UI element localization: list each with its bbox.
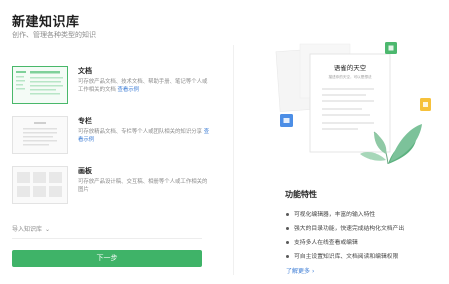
import-knowledge-base-toggle[interactable]: 导入知识库 ⌄ <box>12 224 50 233</box>
board-thumbnail <box>12 166 68 204</box>
column-thumbnail <box>12 116 68 154</box>
chevron-down-icon: ⌄ <box>45 226 51 233</box>
bullet-icon <box>286 255 289 258</box>
page-subtitle: 创作、管理各种类型的知识 <box>12 31 96 39</box>
next-button[interactable]: 下一步 <box>12 250 202 267</box>
board-thumbnail-icon <box>17 172 62 197</box>
option-board-title: 画板 <box>78 167 92 175</box>
panel-divider <box>233 45 234 275</box>
option-doc-desc: 可存放产品文档、技术文档、帮助手册、笔记等个人或工作相关的文档 <box>78 79 208 93</box>
feature-text: 可视化编辑器，丰富的输入特性 <box>294 212 376 218</box>
feature-text: 强大的目录功能，快速完成结构化文档产出 <box>294 226 405 232</box>
feature-item: 可自主设置知识库、文档阅读和编辑权限 <box>286 250 404 264</box>
option-doc-title: 文档 <box>78 67 92 75</box>
feature-text: 支持多人在线查看或编辑 <box>294 240 358 246</box>
feature-item: 可视化编辑器，丰富的输入特性 <box>286 208 404 222</box>
option-column[interactable]: 专栏 可存放精品文档、专栏等个人或团队相关的知识分享 查看示例 <box>12 116 209 158</box>
feature-item: 强大的目录功能，快速完成结构化文档产出 <box>286 222 404 236</box>
bullet-icon <box>286 241 289 244</box>
feature-item: 支持多人在线查看或编辑 <box>286 236 404 250</box>
column-thumbnail-icon <box>23 122 57 146</box>
feature-text: 可自主设置知识库、文档阅读和编辑权限 <box>294 254 399 260</box>
learn-more-link[interactable]: 了解更多 › <box>286 266 314 275</box>
features-list: 可视化编辑器，丰富的输入特性 强大的目录功能，快速完成结构化文档产出 支持多人在… <box>286 208 404 264</box>
knowledge-base-illustration: 语雀的天空 描述你的天空，可以是想法 <box>275 42 431 165</box>
doc-thumbnail <box>12 66 68 104</box>
features-title: 功能特性 <box>285 190 317 199</box>
illustration-card-title: 语雀的天空 <box>334 63 367 72</box>
learn-more-label: 了解更多 <box>286 268 311 275</box>
chevron-right-icon: › <box>311 268 315 275</box>
illustration-card-subtitle: 描述你的天空，可以是想法 <box>328 74 372 79</box>
option-board[interactable]: 画板 可存放产品设计稿、交互稿、相册等个人或工作相关的图片 <box>12 166 207 208</box>
option-column-title: 专栏 <box>78 117 92 125</box>
page-title: 新建知识库 <box>12 15 80 30</box>
option-board-desc: 可存放产品设计稿、交互稿、相册等个人或工作相关的图片 <box>78 179 208 193</box>
doc-thumbnail-icon <box>16 71 63 95</box>
import-label: 导入知识库 <box>12 226 43 233</box>
bullet-icon <box>286 213 289 216</box>
option-doc[interactable]: 文档 可存放产品文档、技术文档、帮助手册、笔记等个人或工作相关的文档 查看示例 <box>12 66 207 108</box>
divider <box>12 238 202 239</box>
option-column-desc: 可存放精品文档、专栏等个人或团队相关的知识分享 <box>78 129 202 135</box>
option-doc-example-link[interactable]: 查看示例 <box>117 87 139 93</box>
bullet-icon <box>286 227 289 230</box>
